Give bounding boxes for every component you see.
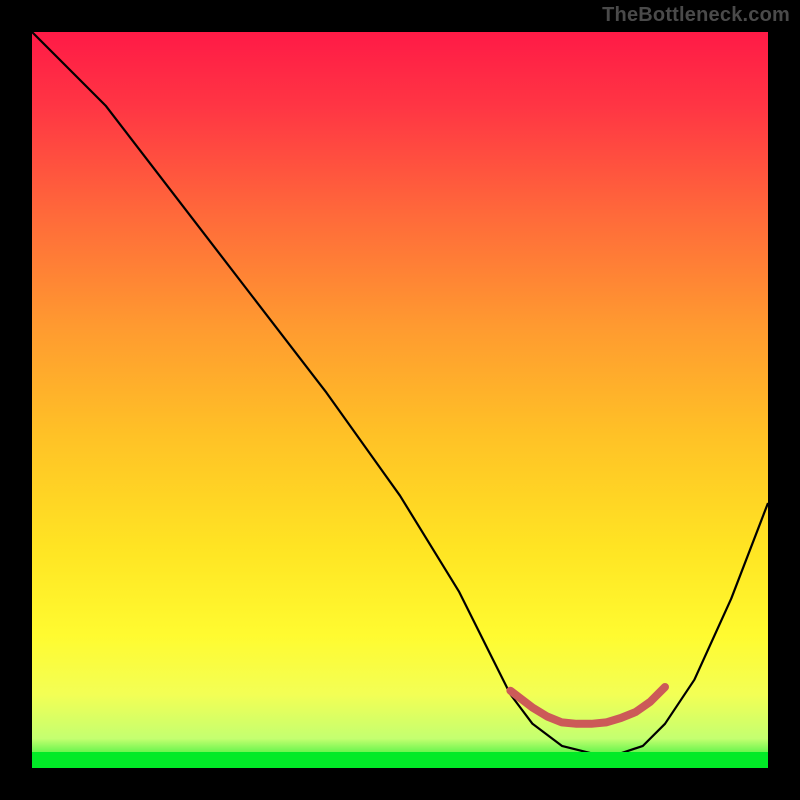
watermark-label: TheBottleneck.com <box>602 4 790 27</box>
chart-svg <box>32 32 768 768</box>
plot-background <box>32 32 768 768</box>
plot-area <box>32 32 768 768</box>
chart-frame: TheBottleneck.com <box>0 0 800 800</box>
green-baseline <box>32 752 768 768</box>
